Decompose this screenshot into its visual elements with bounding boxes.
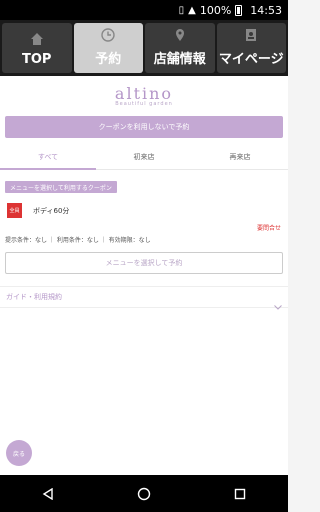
coupon-price: 要問合せ: [256, 225, 281, 232]
top-navigation: TOP 予約 店舗情報 マイページ: [0, 20, 288, 76]
id-card-icon: [244, 28, 258, 42]
coupon-badge: 全員: [7, 203, 22, 218]
nav-tab-shop-info[interactable]: 店舗情報: [145, 23, 215, 73]
coupon-name: ボディ60分: [33, 207, 70, 215]
nav-tab-label: 店舗情報: [153, 52, 206, 67]
nav-tab-mypage[interactable]: マイページ: [216, 23, 286, 73]
brand-logo: altino Beautiful garden: [0, 84, 288, 107]
brand-tagline: Beautiful garden: [115, 101, 173, 107]
tab-all[interactable]: すべて: [0, 144, 96, 170]
main-content: altino Beautiful garden クーポンを利用しないで予約 すべ…: [0, 76, 288, 475]
clock-time: 14:53: [250, 3, 282, 17]
tab-repeat-visit[interactable]: 再来店: [192, 144, 288, 169]
signal-icon: ▲: [188, 4, 196, 16]
system-navigation-bar: [0, 475, 288, 512]
guide-terms-row[interactable]: ガイド・利用規約: [0, 286, 288, 310]
location-pin-icon: [173, 28, 187, 42]
battery-percent: 100%: [199, 3, 232, 17]
clock-icon: [101, 28, 115, 42]
coupon-conditions: 提示条件：なし ｜ 利用条件：なし ｜ 有効期限：なし: [5, 237, 151, 244]
section-label: メニューを選択して利用するクーポン: [5, 181, 117, 193]
select-menu-button[interactable]: メニューを選択して予約: [5, 252, 283, 274]
filter-tabs: すべて 初来店 再来店: [0, 144, 288, 170]
battery-icon: [235, 4, 243, 16]
nav-tab-label: マイページ: [218, 52, 284, 67]
back-button[interactable]: 戻る: [6, 440, 32, 466]
nav-tab-label: TOP: [22, 52, 52, 67]
home-icon: [30, 32, 44, 46]
status-bar: ▯ ▲ 100% 14:53: [0, 0, 288, 20]
nav-tab-reserve[interactable]: 予約: [73, 23, 143, 73]
nav-tab-top[interactable]: TOP: [2, 23, 72, 73]
back-triangle-icon[interactable]: [33, 479, 63, 509]
nav-tab-label: 予約: [95, 52, 122, 67]
chevron-down-icon: [274, 295, 282, 310]
tab-first-visit[interactable]: 初来店: [96, 144, 192, 169]
home-circle-icon[interactable]: [129, 479, 159, 509]
recents-square-icon[interactable]: [225, 479, 255, 509]
guide-label: ガイド・利用規約: [6, 293, 62, 301]
reserve-without-coupon-button[interactable]: クーポンを利用しないで予約: [5, 116, 283, 138]
vibrate-icon: ▯: [178, 4, 185, 16]
